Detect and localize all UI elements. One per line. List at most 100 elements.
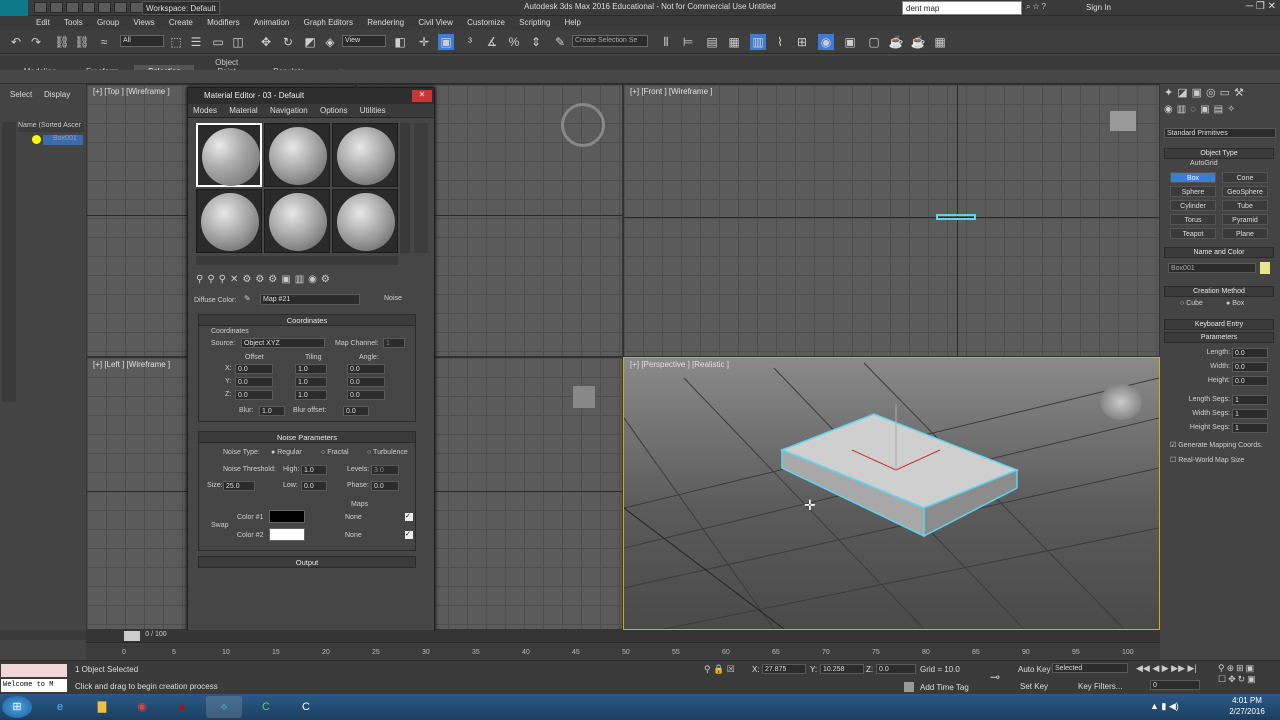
menu-create[interactable]: Create	[163, 16, 199, 29]
menu-modes[interactable]: Modes	[188, 104, 222, 117]
tiling-z-spinner[interactable]: 1.0	[295, 390, 327, 400]
real-world-checkbox[interactable]: ☐ Real-World Map Size	[1170, 456, 1244, 464]
create-category-icons[interactable]: ◉▥◌▣▤✧	[1164, 104, 1276, 116]
teapot-button[interactable]: Teapot	[1170, 228, 1216, 239]
map-name-field[interactable]: Map #21	[260, 294, 360, 305]
rotate-icon[interactable]: ↻	[280, 34, 296, 50]
auto-key-button[interactable]: Auto Key	[1018, 665, 1050, 674]
curve-editor-icon[interactable]: ⌇	[772, 34, 788, 50]
source-dropdown[interactable]: Object XYZ	[241, 338, 325, 348]
selection-filter-dropdown[interactable]: All	[120, 35, 164, 47]
light-bulb-icon[interactable]	[32, 135, 41, 144]
object-type-rollout[interactable]: Object Type	[1164, 148, 1274, 159]
length-spinner[interactable]: 0.0	[1232, 348, 1268, 358]
link-icon[interactable]: ⛓	[54, 34, 70, 50]
3dsmax-taskbar-icon[interactable]: ⟡	[206, 696, 242, 718]
select-manipulate-icon[interactable]: ✛	[416, 34, 432, 50]
cylinder-button[interactable]: Cylinder	[1170, 200, 1216, 211]
select-object-icon[interactable]: ⬚	[168, 34, 184, 50]
scale-icon[interactable]: ◩	[302, 34, 318, 50]
material-slot[interactable]	[332, 123, 398, 187]
map-type-button[interactable]: Noise	[384, 295, 402, 302]
close-icon[interactable]: ✕	[412, 90, 432, 102]
command-panel-tabs[interactable]: ✦◪▣◎▭⚒	[1164, 86, 1276, 100]
current-frame-field[interactable]: 0	[1150, 680, 1200, 690]
maxscript-input[interactable]: Welcome to M	[1, 679, 67, 692]
open-icon[interactable]	[50, 2, 63, 13]
box-button[interactable]: Box	[1170, 172, 1216, 183]
sample-scrollbar[interactable]	[400, 123, 410, 253]
menu-group[interactable]: Group	[91, 16, 125, 29]
keyboard-shortcut-icon[interactable]: ▣	[438, 34, 454, 50]
chrome-icon[interactable]: ◉	[124, 696, 160, 718]
viewcube-icon[interactable]	[1110, 111, 1136, 131]
box-radio[interactable]: ● Box	[1226, 300, 1244, 307]
menu-views[interactable]: Views	[127, 16, 160, 29]
sphere-button[interactable]: Sphere	[1170, 186, 1216, 197]
offset-y-spinner[interactable]: 0.0	[235, 377, 273, 387]
color1-swatch[interactable]	[269, 510, 305, 523]
y-coord-field[interactable]: 10.258	[820, 664, 864, 674]
recorder-icon[interactable]: C	[288, 696, 324, 718]
render-iterative-icon[interactable]: ☕	[910, 34, 926, 50]
schematic-view-icon[interactable]: ⊞	[794, 34, 810, 50]
menu-tools[interactable]: Tools	[58, 16, 89, 29]
tab-select[interactable]: Select	[10, 90, 32, 99]
menu-scripting[interactable]: Scripting	[513, 16, 556, 29]
start-button[interactable]: ⊞	[2, 696, 32, 718]
sample-hscrollbar[interactable]	[196, 256, 398, 265]
snaps-toggle-icon[interactable]: ³	[462, 34, 478, 50]
viewport-left-label[interactable]: [+] [Left ] [Wireframe ]	[93, 360, 170, 369]
select-by-name-icon[interactable]: ☰	[188, 34, 204, 50]
material-slot[interactable]	[196, 123, 262, 187]
menu-modifiers[interactable]: Modifiers	[201, 16, 245, 29]
viewport-top-label[interactable]: [+] [Top ] [Wireframe ]	[93, 87, 170, 96]
color2-swatch[interactable]	[269, 528, 305, 541]
width-spinner[interactable]: 0.0	[1232, 362, 1268, 372]
file-explorer-icon[interactable]: ▇	[84, 696, 120, 718]
reference-coord-dropdown[interactable]: View	[342, 35, 386, 47]
undo-icon[interactable]	[82, 2, 95, 13]
window-controls[interactable]: ─ ❐ ✕	[1206, 1, 1280, 15]
viewcube-compass-icon[interactable]	[561, 103, 605, 147]
undo-icon[interactable]: ↶	[8, 34, 24, 50]
help-search-icons[interactable]: ⌕ ☆ ?	[1026, 2, 1086, 12]
blur-offset-spinner[interactable]: 0.0	[343, 406, 369, 416]
add-time-tag[interactable]: Add Time Tag	[920, 683, 969, 692]
placement-icon[interactable]: ◈	[322, 34, 338, 50]
eyedropper-icon[interactable]: ✎	[244, 294, 256, 306]
creation-method-rollout[interactable]: Creation Method	[1164, 286, 1274, 297]
offset-x-spinner[interactable]: 0.0	[235, 364, 273, 374]
render-icon[interactable]: ☕	[888, 34, 904, 50]
playback-controls[interactable]: ◀◀ ◀ ▶ ▶▶ ▶|	[1136, 663, 1200, 674]
key-icon[interactable]: ⊸	[990, 670, 1000, 684]
menu-help[interactable]: Help	[559, 16, 587, 29]
save-icon[interactable]	[66, 2, 79, 13]
low-spinner[interactable]: 0.0	[301, 481, 327, 491]
blur-spinner[interactable]: 1.0	[259, 406, 285, 416]
color2-map-checkbox[interactable]: ✓	[405, 531, 413, 539]
noise-type-fractal-radio[interactable]: ○ Fractal	[321, 449, 349, 456]
window-crossing-icon[interactable]: ◫	[230, 34, 246, 50]
object-color-swatch[interactable]	[1260, 262, 1270, 274]
unlink-icon[interactable]: ⛓	[74, 34, 90, 50]
plane-button[interactable]: Plane	[1222, 228, 1268, 239]
coordinates-rollout-header[interactable]: Coordinates	[199, 315, 415, 326]
menu-civil-view[interactable]: Civil View	[412, 16, 459, 29]
time-slider[interactable]: 0 / 100	[86, 630, 1160, 642]
primitive-category-dropdown[interactable]: Standard Primitives	[1164, 128, 1276, 138]
viewcube-icon[interactable]	[1100, 384, 1142, 420]
bind-space-warp-icon[interactable]: ≈	[96, 34, 112, 50]
material-bottom-toolbar[interactable]: ⚲⚲⚲✕⚙⚙⚙▣▥◉⚙	[196, 274, 422, 288]
viewport-perspective[interactable]: [+] [Perspective ] [Realistic ] ✛	[623, 357, 1160, 630]
named-selection-dropdown[interactable]: Create Selection Se	[572, 35, 648, 47]
tube-button[interactable]: Tube	[1222, 200, 1268, 211]
height-segs-spinner[interactable]: 1	[1232, 423, 1268, 433]
width-segs-spinner[interactable]: 1	[1232, 409, 1268, 419]
color2-map-button[interactable]: None	[345, 532, 362, 539]
explorer-toolbar[interactable]	[2, 122, 16, 402]
scene-explorer-icon[interactable]: ▥	[750, 34, 766, 50]
noise-type-turbulence-radio[interactable]: ○ Turbulence	[367, 449, 408, 456]
time-tag-icon[interactable]	[904, 682, 914, 692]
explorer-column-header[interactable]: Name (Sorted Ascer	[18, 122, 84, 132]
